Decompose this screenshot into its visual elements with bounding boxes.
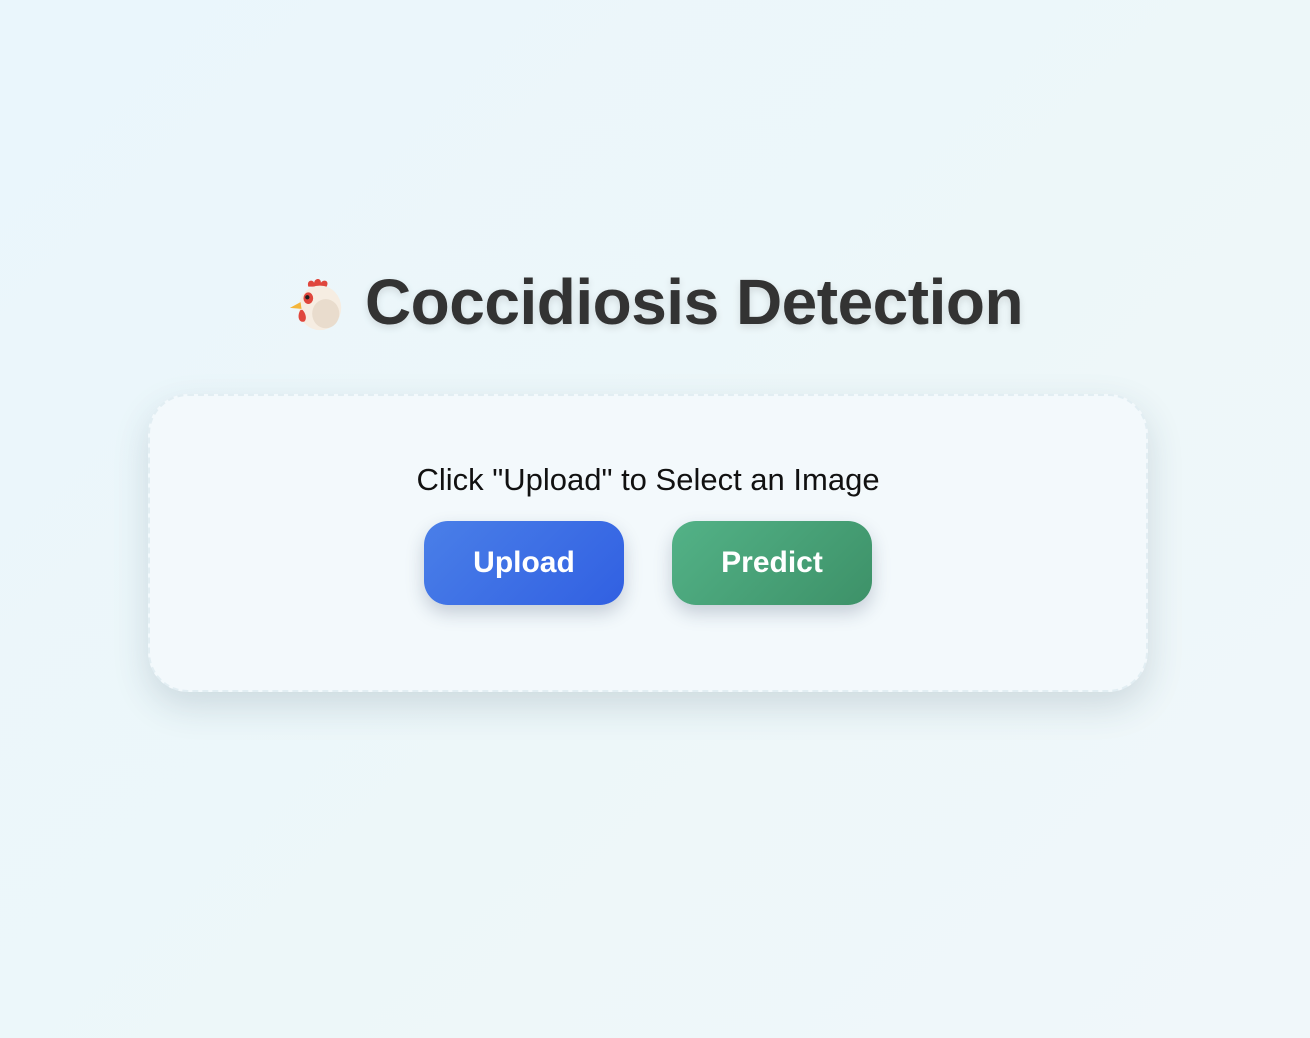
- chicken-icon: [289, 279, 342, 331]
- predict-button[interactable]: Predict: [672, 521, 872, 605]
- page-title: Coccidiosis Detection: [364, 266, 1024, 338]
- upload-panel: Click "Upload" to Select an Image Upload…: [148, 394, 1148, 692]
- upload-instruction: Click "Upload" to Select an Image: [416, 462, 880, 497]
- page-header: Coccidiosis Detection: [0, 262, 1310, 342]
- upload-button[interactable]: Upload: [424, 521, 624, 605]
